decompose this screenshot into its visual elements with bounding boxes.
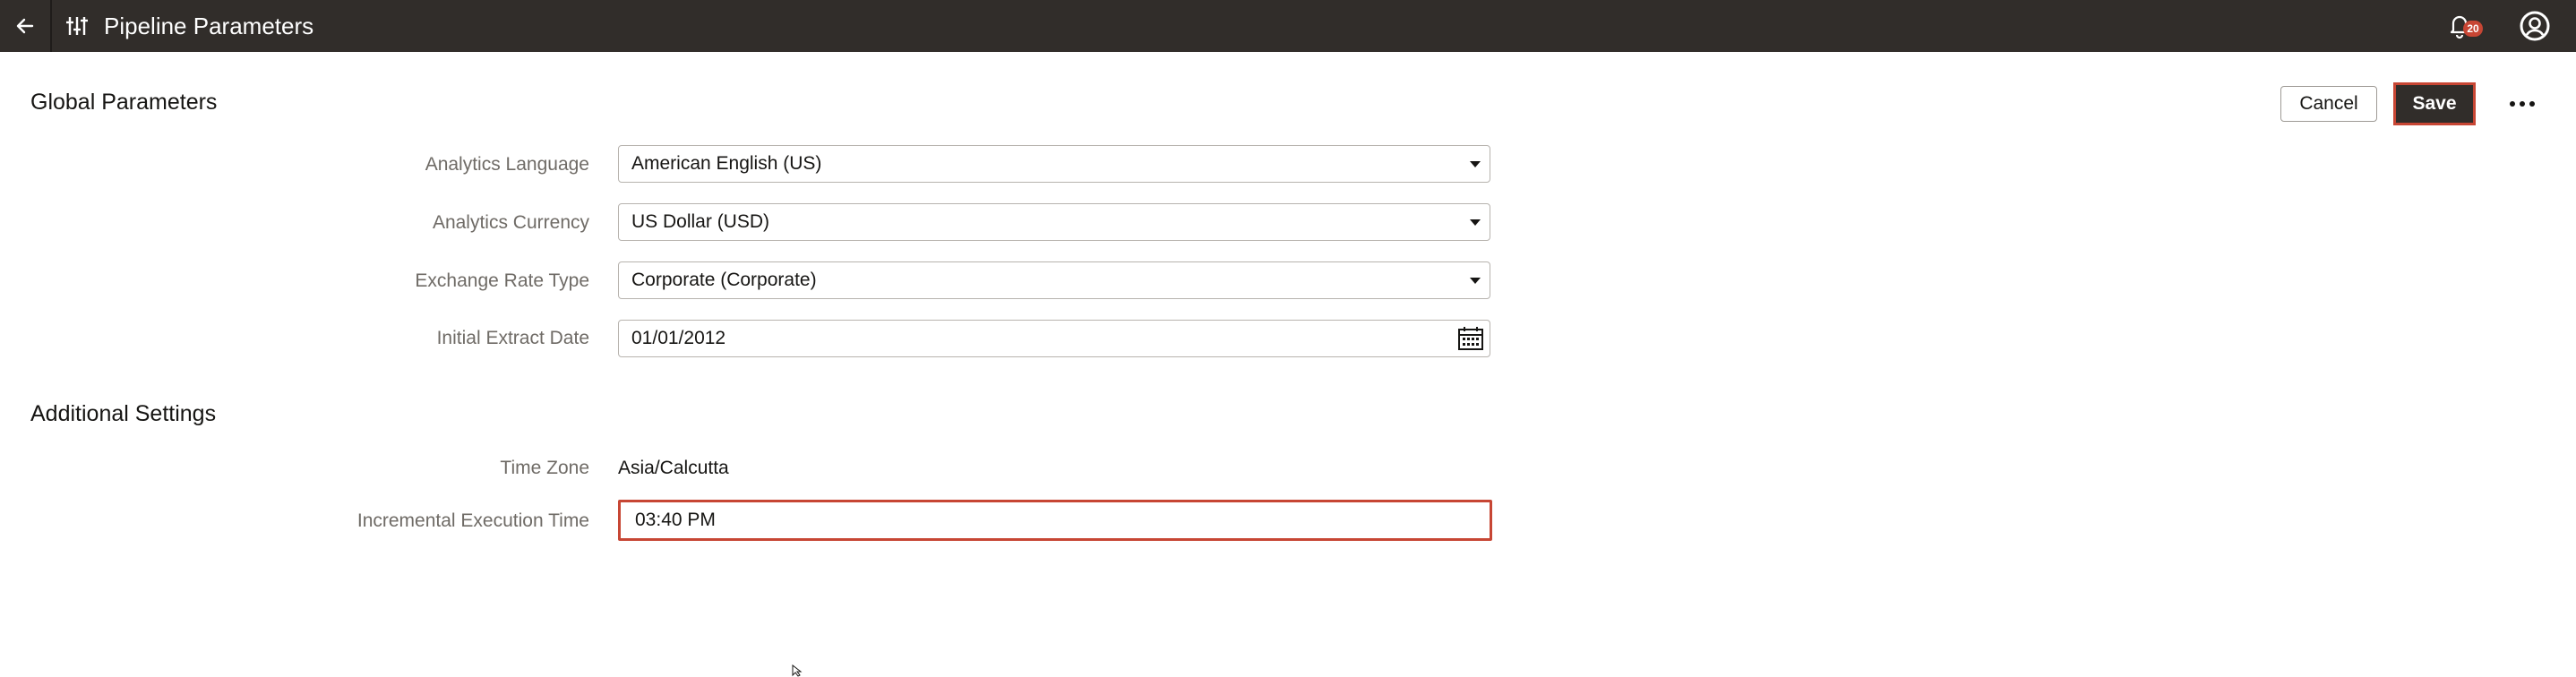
cancel-button[interactable]: Cancel (2280, 86, 2377, 122)
exchange-rate-type-label: Exchange Rate Type (415, 270, 589, 291)
analytics-language-select[interactable]: American English (US) (618, 145, 1490, 183)
back-button[interactable] (7, 8, 43, 44)
notification-count-badge: 20 (2463, 21, 2483, 37)
save-button[interactable]: Save (2393, 82, 2476, 125)
global-parameters-heading: Global Parameters (30, 90, 218, 115)
save-button-label: Save (2412, 93, 2457, 114)
analytics-currency-select[interactable]: US Dollar (USD) (618, 203, 1490, 241)
app-header: Pipeline Parameters 20 (0, 0, 2576, 52)
sliders-icon (66, 17, 88, 35)
time-zone-label: Time Zone (500, 458, 589, 478)
time-zone-value: Asia/Calcutta (618, 458, 729, 478)
initial-extract-date-input[interactable]: 01/01/2012 (618, 320, 1490, 357)
chevron-down-icon (1470, 161, 1481, 167)
analytics-currency-value: US Dollar (USD) (631, 211, 770, 232)
user-menu-button[interactable] (2517, 8, 2553, 44)
analytics-currency-label: Analytics Currency (432, 212, 589, 233)
exchange-rate-type-select[interactable]: Corporate (Corporate) (618, 261, 1490, 299)
header-divider (50, 0, 52, 52)
chevron-down-icon (1470, 219, 1481, 226)
incremental-execution-time-value: 03:40 PM (635, 510, 716, 530)
user-circle-icon (2520, 11, 2550, 41)
arrow-left-icon (16, 18, 34, 34)
chevron-down-icon (1470, 278, 1481, 284)
exchange-rate-type-value: Corporate (Corporate) (631, 270, 817, 290)
analytics-language-label: Analytics Language (425, 154, 589, 175)
additional-settings-heading: Additional Settings (30, 401, 217, 426)
analytics-language-value: American English (US) (631, 153, 822, 174)
calendar-icon[interactable] (1455, 324, 1486, 353)
incremental-execution-time-input[interactable]: 03:40 PM (618, 500, 1492, 541)
ellipsis-icon (2510, 101, 2535, 107)
initial-extract-date-label: Initial Extract Date (436, 328, 589, 348)
initial-extract-date-value: 01/01/2012 (631, 328, 726, 348)
incremental-execution-time-label: Incremental Execution Time (356, 510, 589, 531)
more-actions-button[interactable] (2506, 88, 2538, 120)
page-title: Pipeline Parameters (104, 13, 314, 39)
